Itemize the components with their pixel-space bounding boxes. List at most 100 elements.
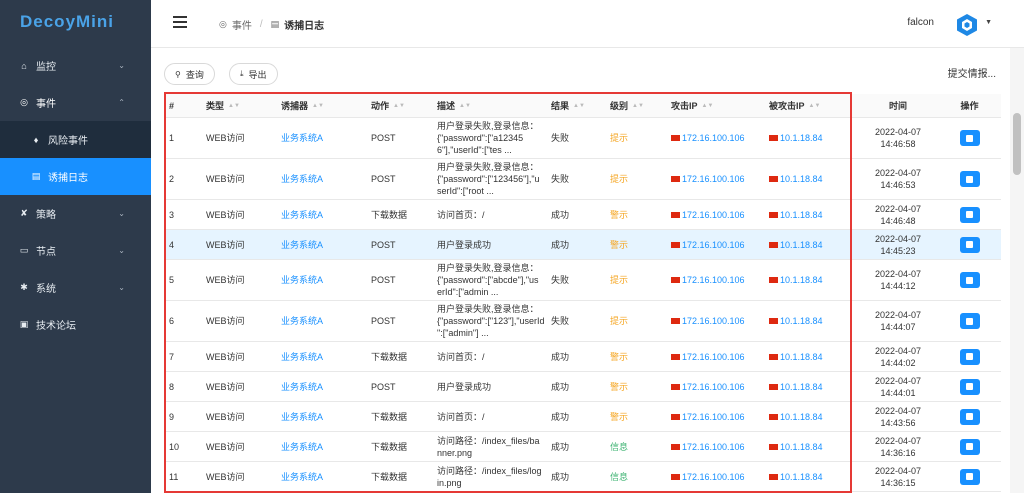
row-trap-link[interactable]: 业务系统A (277, 118, 367, 158)
desc-line: {"password":["123"],"userId (437, 316, 545, 326)
col-header-type[interactable]: 类型 ▲▼ (202, 94, 277, 117)
row-dst-ip[interactable]: 10.1.18.84 (765, 230, 869, 259)
flag-cn-icon (769, 443, 778, 450)
view-detail-button[interactable] (959, 348, 980, 365)
view-detail-button[interactable] (959, 130, 980, 146)
desc-line: in.png (437, 477, 462, 488)
row-src-ip[interactable]: 172.16.100.106 (667, 118, 765, 158)
sidebar-item-forum[interactable]: ▣ 技术论坛 (0, 306, 151, 343)
sort-icon[interactable]: ▲▼ (632, 103, 644, 109)
row-src-ip[interactable]: 172.16.100.106 (667, 402, 765, 431)
row-type: WEB访问 (206, 239, 245, 250)
sidebar-item-risk-events[interactable]: ♦ 风险事件 (0, 121, 151, 158)
row-src-ip[interactable]: 172.16.100.106 (667, 432, 765, 461)
row-src-ip[interactable]: 172.16.100.106 (667, 230, 765, 259)
row-dst-ip[interactable]: 10.1.18.84 (765, 372, 869, 401)
row-dst-ip[interactable]: 10.1.18.84 (765, 432, 869, 461)
row-trap-link[interactable]: 业务系统A (277, 432, 367, 461)
row-trap-link[interactable]: 业务系统A (277, 200, 367, 229)
breadcrumb-item-events[interactable]: 事件 (232, 17, 252, 32)
row-trap-link[interactable]: 业务系统A (277, 260, 367, 300)
view-detail-button[interactable] (959, 378, 980, 395)
row-trap-link[interactable]: 业务系统A (277, 230, 367, 259)
view-detail-button[interactable] (959, 236, 980, 253)
sidebar-item-trap-logs[interactable]: ▤ 诱捕日志 (0, 158, 151, 195)
view-detail-button[interactable] (959, 272, 980, 288)
col-header-dst-ip[interactable]: 被攻击IP ▲▼ (765, 94, 869, 117)
row-level: 提示 (610, 133, 629, 143)
col-header-src-ip[interactable]: 攻击IP ▲▼ (667, 94, 765, 117)
user-name[interactable]: falcon (907, 17, 934, 28)
col-header-desc[interactable]: 描述 ▲▼ (433, 94, 547, 117)
row-index: 3 (169, 209, 175, 220)
view-detail-button[interactable] (959, 468, 980, 485)
sort-icon[interactable]: ▲▼ (459, 103, 471, 109)
row-dst-ip[interactable]: 10.1.18.84 (765, 260, 869, 300)
view-detail-button[interactable] (959, 438, 980, 455)
sort-icon[interactable]: ▲▼ (809, 103, 821, 109)
row-src-ip[interactable]: 172.16.100.106 (667, 301, 765, 341)
scrollbar-thumb[interactable] (1013, 113, 1021, 175)
sidebar-item-nodes[interactable]: ▭ 节点 ⌄ (0, 232, 151, 269)
table-body: 2022-04-07 14:46:58 2022-04-07 14:46:53 20… (855, 118, 998, 492)
sidebar-item-policy[interactable]: ✘ 策略 ⌄ (0, 195, 151, 232)
export-button[interactable]: ⤓ 导出 (229, 63, 278, 85)
avatar[interactable] (955, 13, 979, 37)
menu-toggle-icon[interactable] (173, 16, 187, 28)
view-detail-button[interactable] (959, 408, 980, 425)
sidebar-item-events[interactable]: ◎ 事件 ⌃ (0, 84, 151, 121)
row-dst-ip[interactable]: 10.1.18.84 (765, 402, 869, 431)
caret-down-icon[interactable]: ▼ (985, 19, 992, 26)
scrollbar[interactable] (1010, 48, 1024, 493)
flag-cn-icon (671, 353, 680, 360)
row-src-ip[interactable]: 172.16.100.106 (667, 372, 765, 401)
col-header-level[interactable]: 级别 ▲▼ (606, 94, 667, 117)
sort-icon[interactable]: ▲▼ (702, 103, 714, 109)
view-detail-button[interactable] (959, 206, 980, 223)
sort-icon[interactable]: ▲▼ (573, 103, 585, 109)
row-src-ip[interactable]: 172.16.100.106 (667, 260, 765, 300)
row-src-ip[interactable]: 172.16.100.106 (667, 159, 765, 199)
bell-icon: ♦ (33, 134, 39, 145)
row-dst-ip[interactable]: 10.1.18.84 (765, 301, 869, 341)
view-detail-button[interactable] (959, 313, 980, 329)
view-detail-button[interactable] (959, 171, 980, 187)
row-action: POST (371, 239, 396, 250)
sidebar: DecoyMini ⌂ 监控 ⌄ ◎ 事件 ⌃ ♦ 风险事件 ▤ 诱捕日志 ✘ … (0, 0, 151, 493)
sort-icon[interactable]: ▲▼ (228, 103, 240, 109)
row-description: 用户登录成功 (433, 372, 547, 401)
row-dst-ip[interactable]: 10.1.18.84 (765, 342, 869, 371)
sidebar-item-system[interactable]: ✱ 系统 ⌄ (0, 269, 151, 306)
row-type: WEB访问 (206, 174, 245, 184)
row-trap-link[interactable]: 业务系统A (277, 402, 367, 431)
row-src-ip[interactable]: 172.16.100.106 (667, 342, 765, 371)
row-trap-link[interactable]: 业务系统A (277, 462, 367, 491)
desc-line: 用户登录成功 (437, 381, 492, 392)
col-header-action[interactable]: 动作 ▲▼ (367, 94, 433, 117)
row-trap-link[interactable]: 业务系统A (277, 159, 367, 199)
desc-line: 访问路径：/index_files/ba (437, 435, 540, 446)
doc-icon (966, 413, 973, 420)
row-dst-ip[interactable]: 10.1.18.84 (765, 462, 869, 491)
download-icon: ⤓ (240, 69, 244, 78)
query-button[interactable]: ⚲ 查询 (164, 63, 215, 85)
sidebar-item-monitor[interactable]: ⌂ 监控 ⌄ (0, 47, 151, 84)
row-trap-link[interactable]: 业务系统A (277, 301, 367, 341)
row-src-ip[interactable]: 172.16.100.106 (667, 200, 765, 229)
row-level: 提示 (610, 316, 629, 326)
col-header-trap[interactable]: 诱捕器 ▲▼ (277, 94, 367, 117)
row-dst-ip[interactable]: 10.1.18.84 (765, 159, 869, 199)
sort-icon[interactable]: ▲▼ (312, 103, 324, 109)
submit-intel-link[interactable]: 提交情报... (948, 65, 996, 80)
row-src-ip[interactable]: 172.16.100.106 (667, 462, 765, 491)
time-ops-table: 时间 操作 2022-04-07 14:46:58 2022-04-07 14:46… (855, 94, 998, 492)
row-trap-link[interactable]: 业务系统A (277, 372, 367, 401)
row-description: 访问首页：/ (433, 342, 547, 371)
row-trap-link[interactable]: 业务系统A (277, 342, 367, 371)
row-dst-ip[interactable]: 10.1.18.84 (765, 118, 869, 158)
topbar: ◎ 事件 / ▤ 诱捕日志 falcon ▼ (151, 0, 1024, 48)
doc-icon (966, 443, 973, 450)
sort-icon[interactable]: ▲▼ (393, 103, 405, 109)
col-header-result[interactable]: 结果 ▲▼ (547, 94, 606, 117)
row-dst-ip[interactable]: 10.1.18.84 (765, 200, 869, 229)
